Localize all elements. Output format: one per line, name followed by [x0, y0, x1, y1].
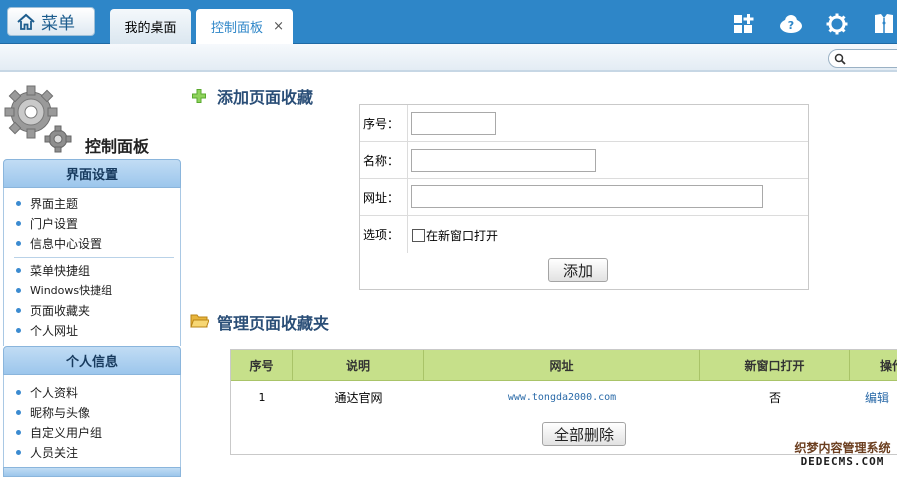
sidebar-item-label: Windows快捷组: [30, 284, 113, 297]
watermark-line-2: DEDECMS.COM: [800, 455, 885, 468]
new-window-checkbox-label: 在新窗口打开: [426, 229, 499, 243]
sidebar-group-header-next[interactable]: [3, 467, 181, 477]
sidebar-group-header-interface[interactable]: 界面设置: [3, 159, 181, 188]
add-button[interactable]: 添加: [548, 258, 608, 282]
sidebar-item-label: 菜单快捷组: [30, 263, 91, 278]
tab-control-panel[interactable]: 控制面板 ×: [196, 9, 293, 44]
sidebar-divider: [14, 257, 174, 258]
form-row-url: 网址：: [360, 179, 808, 216]
sidebar-item-label: 页面收藏夹: [30, 303, 91, 318]
add-tile-icon[interactable]: [732, 12, 756, 36]
sidebar-item-nickname-avatar[interactable]: 昵称与头像: [16, 404, 90, 420]
watermark-line-1: 织梦内容管理系统: [794, 441, 891, 455]
index-field[interactable]: [411, 112, 496, 135]
column-header-new-window[interactable]: 新窗口打开: [700, 350, 850, 381]
manage-favorites-title: 管理页面收藏夹: [217, 314, 330, 333]
sidebar-item-profile[interactable]: 个人资料: [16, 384, 78, 400]
row-url-link[interactable]: www.tongda2000.com: [424, 389, 700, 405]
folder-icon: [190, 314, 209, 328]
row-desc: 通达官网: [334, 390, 383, 405]
sidebar-item-label: 信息中心设置: [30, 236, 103, 251]
sidebar-item-menu-shortcut[interactable]: 菜单快捷组: [16, 262, 90, 278]
sidebar-group-header-label: 界面设置: [65, 168, 118, 183]
bullet-icon: [16, 449, 21, 455]
url-field[interactable]: [411, 185, 763, 208]
tab-my-desktop[interactable]: 我的桌面: [110, 9, 191, 44]
sidebar-item-custom-group[interactable]: 自定义用户组: [16, 424, 102, 440]
sub-toolbar: [0, 44, 897, 72]
edit-link[interactable]: 编辑: [865, 389, 895, 405]
delete-all-button[interactable]: 全部删除: [542, 422, 626, 446]
sidebar-item-label: 界面主题: [30, 196, 79, 211]
name-label: 名称：: [360, 142, 408, 178]
add-favorite-form: 序号： 名称： 网址： 选项： 在新窗口打开 添加: [359, 104, 809, 290]
bullet-icon: [16, 307, 21, 313]
search-input[interactable]: [828, 49, 897, 68]
sidebar-item-theme[interactable]: 界面主题: [16, 195, 78, 211]
sidebar-item-portal[interactable]: 门户设置: [16, 215, 78, 231]
sidebar-group-interface: 界面主题 门户设置 信息中心设置 菜单快捷组 Windows快捷组 页面收藏夹 …: [3, 188, 181, 346]
bullet-icon: [16, 287, 21, 293]
bullet-icon: [16, 240, 21, 246]
bullet-icon: [16, 429, 21, 435]
tab-my-desktop-label: 我的桌面: [124, 21, 177, 36]
svg-text:?: ?: [788, 19, 794, 32]
sidebar-title: 控制面板: [85, 137, 150, 156]
top-bar: 菜单 我的桌面 控制面板 × ?: [0, 0, 897, 44]
sidebar-group-personal: 个人资料 昵称与头像 自定义用户组 人员关注: [3, 375, 181, 477]
bullet-icon: [16, 327, 21, 333]
form-row-index: 序号：: [360, 105, 808, 142]
sidebar-item-label: 自定义用户组: [30, 425, 103, 440]
bullet-icon: [16, 267, 21, 273]
column-header-url[interactable]: 网址: [424, 350, 700, 381]
bullet-icon: [16, 389, 21, 395]
sidebar-group-header-personal[interactable]: 个人信息: [3, 346, 181, 375]
bullet-icon: [16, 200, 21, 206]
sidebar-item-favorites[interactable]: 页面收藏夹: [16, 302, 90, 318]
add-favorite-title: 添加页面收藏: [217, 88, 314, 107]
form-row-options: 选项： 在新窗口打开: [360, 216, 808, 253]
row-index: 1: [258, 390, 266, 404]
form-row-name: 名称：: [360, 142, 808, 179]
plus-icon: [192, 89, 206, 103]
tab-control-panel-label: 控制面板: [211, 21, 264, 36]
name-field[interactable]: [411, 149, 596, 172]
new-window-checkbox[interactable]: [412, 229, 425, 242]
help-cloud-icon[interactable]: ?: [779, 12, 803, 36]
column-header-actions[interactable]: 操作: [850, 350, 897, 381]
row-new-window: 否: [768, 390, 781, 405]
url-label: 网址：: [360, 179, 408, 215]
menu-button[interactable]: 菜单: [7, 7, 95, 36]
sidebar-item-info-center[interactable]: 信息中心设置: [16, 235, 102, 251]
bullet-icon: [16, 220, 21, 226]
watermark: 织梦内容管理系统 DEDECMS.COM: [788, 441, 897, 469]
sidebar-item-windows-shortcut[interactable]: Windows快捷组: [16, 282, 112, 298]
control-panel-logo-icon: [4, 85, 72, 153]
sidebar-item-label: 个人资料: [30, 385, 79, 400]
sidebar-item-label: 门户设置: [30, 216, 79, 231]
menu-button-label: 菜单: [41, 14, 75, 34]
home-icon: [17, 13, 35, 30]
sidebar-item-label: 人员关注: [30, 445, 79, 460]
column-header-desc[interactable]: 说明: [293, 350, 424, 381]
column-header-index[interactable]: 序号: [231, 350, 293, 381]
favorites-table: 序号 说明 网址 新窗口打开 操作 1 通达官网 www.tongda2000.…: [230, 349, 897, 455]
sidebar-group-header-label: 个人信息: [65, 355, 118, 370]
sidebar-item-label: 昵称与头像: [30, 405, 91, 420]
sidebar-item-personal-url[interactable]: 个人网址: [16, 322, 78, 338]
close-icon[interactable]: ×: [273, 19, 284, 34]
search-icon: [834, 53, 846, 65]
sidebar-item-follow[interactable]: 人员关注: [16, 444, 78, 460]
index-label: 序号：: [360, 105, 408, 141]
sidebar-item-label: 个人网址: [30, 323, 79, 338]
user-icon[interactable]: [872, 12, 896, 36]
bullet-icon: [16, 409, 21, 415]
gear-icon[interactable]: [825, 12, 849, 36]
options-label: 选项：: [360, 216, 408, 253]
